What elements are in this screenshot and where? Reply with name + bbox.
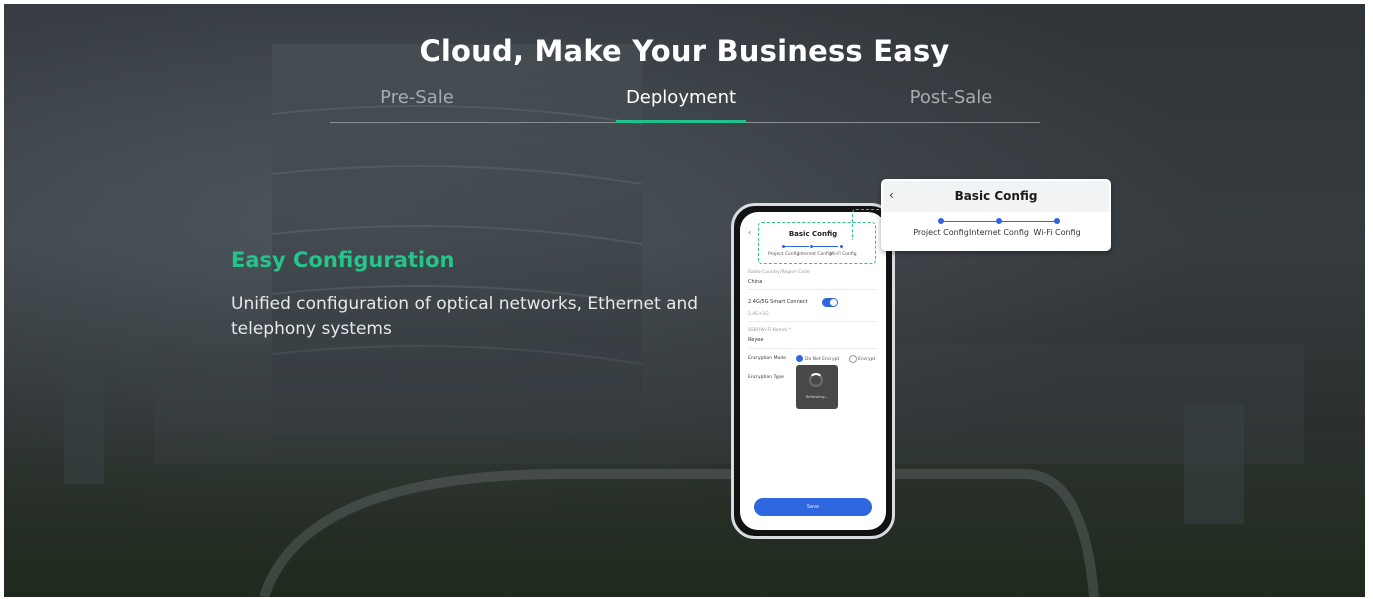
feature-title: Easy Configuration: [231, 248, 455, 272]
hero-section: Cloud, Make Your Business Easy Pre-Sale …: [4, 4, 1365, 597]
encryption-mode-label: Encryption Mode: [748, 356, 786, 361]
step-dot: [938, 218, 944, 224]
step-connector: [1001, 221, 1056, 222]
encryption-type-label: Encryption Type: [748, 375, 784, 380]
step-dot: [840, 245, 843, 248]
loading-toast: Refreshing...: [796, 365, 838, 409]
step-line: [785, 246, 809, 247]
spinner-icon: [809, 373, 823, 387]
encrypt-label: Encrypt: [858, 357, 876, 362]
page-title: Cloud, Make Your Business Easy: [419, 34, 950, 68]
tab-pre-sale[interactable]: Pre-Sale: [380, 87, 454, 108]
step-label: Internet Config: [798, 252, 832, 257]
divider: [748, 289, 878, 290]
tab-post-sale[interactable]: Post-Sale: [910, 87, 993, 108]
step-project-config: Project Config: [913, 228, 969, 237]
smart-connect-toggle[interactable]: [822, 298, 838, 307]
basic-config-card: ‹ Basic Config Project Config Internet C…: [881, 179, 1111, 251]
radio-encrypt[interactable]: [849, 355, 857, 363]
phone-mockup: ‹ Basic Config Project Config Internet C…: [731, 203, 895, 539]
step-line: [813, 246, 838, 247]
phone-screen: ‹ Basic Config Project Config Internet C…: [740, 212, 886, 530]
step-wifi-config: Wi-Fi Config: [1033, 228, 1081, 237]
divider: [748, 321, 878, 322]
tab-deployment[interactable]: Deployment: [626, 87, 736, 108]
save-button[interactable]: Save: [754, 498, 872, 516]
radio-no-encrypt[interactable]: [796, 355, 803, 362]
ssid-input[interactable]: Reyee: [748, 337, 763, 343]
band-value: 2.4G+5G: [748, 312, 769, 317]
ssid-label: SSID(Wi-Fi Name) *: [748, 328, 792, 333]
feature-description: Unified configuration of optical network…: [231, 294, 699, 339]
card-title: Basic Config: [954, 189, 1038, 203]
step-label: Wi-Fi Config: [830, 252, 857, 257]
step-dot: [996, 218, 1002, 224]
step-dot: [1054, 218, 1060, 224]
step-label: Project Config: [768, 252, 800, 257]
divider: [748, 348, 878, 349]
smart-connect-label: 2.4G/5G Smart Connect: [748, 299, 808, 305]
tab-bar: Pre-Sale Deployment Post-Sale: [330, 84, 1040, 124]
no-encrypt-label: Do Not Encrypt: [805, 357, 840, 362]
country-value[interactable]: China: [748, 279, 762, 285]
country-label: Radio Country/Region Code: [748, 270, 810, 275]
toast-text: Refreshing...: [806, 395, 828, 399]
step-internet-config: Internet Config: [969, 228, 1029, 237]
step-connector: [943, 221, 998, 222]
active-tab-indicator: [616, 120, 746, 123]
